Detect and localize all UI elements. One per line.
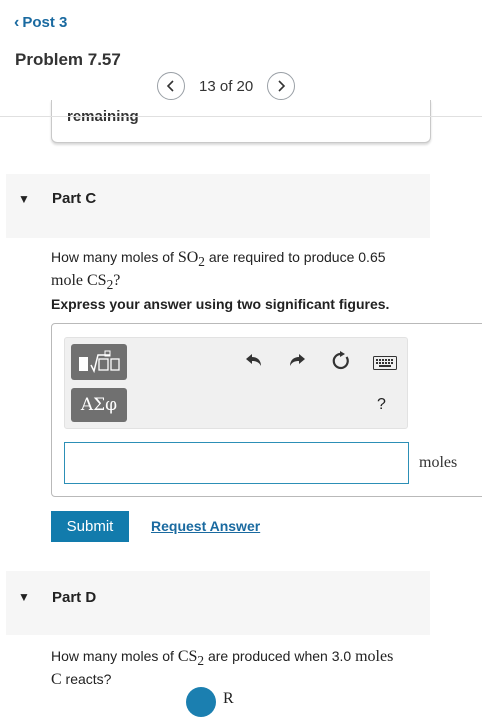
caret-down-icon[interactable]: ▼ (18, 192, 30, 206)
part-c-question: How many moles of SO2 are required to pr… (51, 249, 386, 293)
back-link[interactable]: ‹ Post 3 (14, 14, 67, 31)
help-button[interactable]: ? (377, 396, 386, 414)
answer-input[interactable] (64, 442, 409, 484)
redo-icon[interactable] (288, 352, 306, 368)
undo-icon[interactable] (245, 352, 263, 368)
request-answer-link[interactable]: Request Answer (151, 518, 260, 534)
greek-symbols-button[interactable]: ΑΣφ (71, 388, 127, 422)
page-title: Problem 7.57 (15, 50, 121, 69)
back-link-label: Post 3 (22, 14, 68, 31)
chevron-right-icon (278, 80, 286, 92)
chevron-left-icon (166, 80, 174, 92)
header-divider (0, 116, 482, 117)
submit-button[interactable]: Submit (51, 511, 129, 542)
units-label: moles (419, 454, 458, 471)
remaining-card: remaining (51, 100, 431, 143)
part-c-label: Part C (52, 190, 97, 207)
review-link-partial[interactable]: R (223, 690, 234, 708)
chevron-left-icon: ‹ (14, 13, 20, 31)
keyboard-icon[interactable] (373, 356, 397, 370)
reset-icon[interactable] (331, 351, 351, 371)
math-template-button[interactable] (71, 344, 127, 380)
part-d-label: Part D (52, 589, 97, 606)
math-template-icon (79, 350, 120, 374)
pager: 13 of 20 (157, 71, 296, 101)
part-d-question: How many moles of CS2 are produced when … (51, 648, 394, 689)
pager-position: 13 of 20 (199, 77, 254, 95)
answer-instruction: Express your answer using two significan… (51, 296, 390, 312)
caret-down-icon[interactable]: ▼ (18, 590, 30, 604)
next-problem-button[interactable] (267, 72, 296, 100)
previous-problem-button[interactable] (157, 72, 185, 100)
review-icon[interactable] (186, 687, 216, 717)
